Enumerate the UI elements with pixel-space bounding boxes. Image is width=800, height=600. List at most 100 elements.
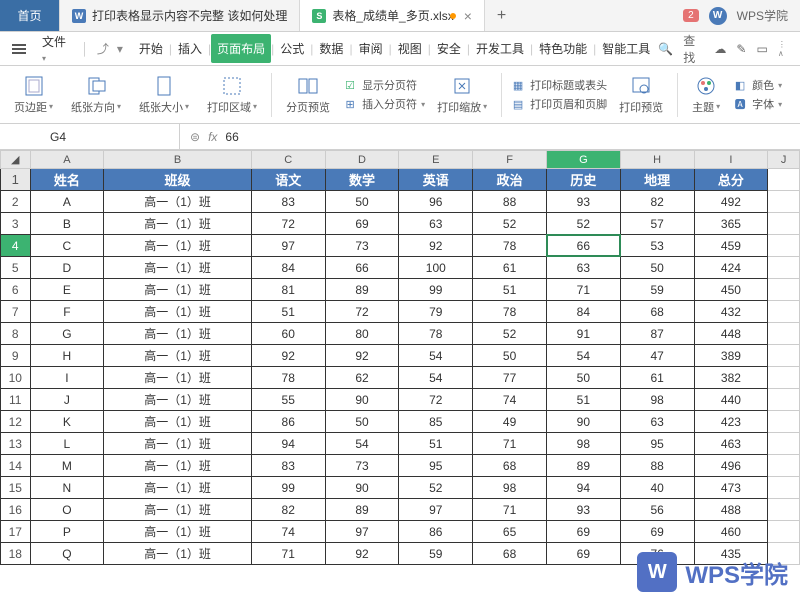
- tab-doc2[interactable]: S 表格_成绩单_多页.xlsx ×: [300, 0, 485, 31]
- formula-input[interactable]: 66: [225, 130, 238, 144]
- menu-tab-0[interactable]: 开始: [133, 34, 169, 63]
- cell[interactable]: 92: [325, 543, 399, 565]
- cell[interactable]: 52: [399, 477, 473, 499]
- file-menu[interactable]: 文件 ▾: [34, 29, 77, 68]
- col-header-I[interactable]: I: [694, 151, 768, 169]
- cell[interactable]: 98: [620, 389, 694, 411]
- cell[interactable]: 61: [473, 257, 547, 279]
- qat-more-icon[interactable]: ▾: [117, 42, 123, 56]
- cell[interactable]: 89: [325, 499, 399, 521]
- cell[interactable]: 63: [546, 257, 620, 279]
- cell[interactable]: 69: [620, 521, 694, 543]
- cell[interactable]: 69: [546, 543, 620, 565]
- cell[interactable]: 68: [473, 455, 547, 477]
- cell[interactable]: 高一（1）班: [104, 433, 252, 455]
- fx-icon[interactable]: fx: [208, 130, 217, 144]
- menu-tab-1[interactable]: 插入: [172, 34, 208, 63]
- cell[interactable]: 98: [546, 433, 620, 455]
- cell[interactable]: 85: [399, 411, 473, 433]
- cell[interactable]: 51: [473, 279, 547, 301]
- cell[interactable]: 51: [546, 389, 620, 411]
- cell[interactable]: 54: [325, 433, 399, 455]
- col-header-G[interactable]: G: [546, 151, 620, 169]
- search-label[interactable]: 查找: [683, 32, 704, 66]
- cell[interactable]: 54: [546, 345, 620, 367]
- row-header-13[interactable]: 13: [1, 433, 31, 455]
- cell[interactable]: 83: [251, 191, 325, 213]
- cell[interactable]: 50: [325, 411, 399, 433]
- menu-tab-3[interactable]: 公式: [274, 34, 310, 63]
- cell[interactable]: O: [30, 499, 104, 521]
- cell[interactable]: 95: [620, 433, 694, 455]
- cell[interactable]: D: [30, 257, 104, 279]
- cell[interactable]: H: [30, 345, 104, 367]
- row-header-2[interactable]: 2: [1, 191, 31, 213]
- new-tab-button[interactable]: +: [485, 0, 518, 31]
- cell[interactable]: 463: [694, 433, 768, 455]
- theme-color-button[interactable]: ◧颜色▾: [732, 77, 782, 93]
- cell[interactable]: 84: [546, 301, 620, 323]
- menu-tab-2[interactable]: 页面布局: [211, 34, 271, 63]
- cell[interactable]: 100: [399, 257, 473, 279]
- cell[interactable]: 72: [325, 301, 399, 323]
- cell[interactable]: 49: [473, 411, 547, 433]
- col-header-H[interactable]: H: [620, 151, 694, 169]
- cell[interactable]: N: [30, 477, 104, 499]
- insert-pagebreak-button[interactable]: ⊞插入分页符▾: [342, 96, 425, 112]
- orientation-button[interactable]: 纸张方向▾: [65, 73, 127, 117]
- cell[interactable]: K: [30, 411, 104, 433]
- cell[interactable]: 55: [251, 389, 325, 411]
- cell[interactable]: 78: [399, 323, 473, 345]
- header-cell[interactable]: 总分: [694, 169, 768, 191]
- cell[interactable]: 54: [399, 367, 473, 389]
- cell[interactable]: I: [30, 367, 104, 389]
- header-cell[interactable]: 数学: [325, 169, 399, 191]
- search-icon[interactable]: 🔍: [658, 42, 673, 56]
- col-header-J[interactable]: J: [768, 151, 800, 169]
- cell[interactable]: 50: [620, 257, 694, 279]
- header-cell[interactable]: 班级: [104, 169, 252, 191]
- margin-button[interactable]: 页边距▾: [8, 73, 59, 117]
- cell[interactable]: 66: [546, 235, 620, 257]
- row-header-6[interactable]: 6: [1, 279, 31, 301]
- cell[interactable]: 95: [399, 455, 473, 477]
- row-header-14[interactable]: 14: [1, 455, 31, 477]
- col-header-C[interactable]: C: [251, 151, 325, 169]
- cell[interactable]: 高一（1）班: [104, 279, 252, 301]
- chevron-down-icon[interactable]: ⋮ ∧: [778, 40, 792, 58]
- cell[interactable]: J: [30, 389, 104, 411]
- cell[interactable]: 73: [325, 235, 399, 257]
- cell[interactable]: G: [30, 323, 104, 345]
- col-header-F[interactable]: F: [473, 151, 547, 169]
- cell[interactable]: 高一（1）班: [104, 455, 252, 477]
- cell[interactable]: 高一（1）班: [104, 213, 252, 235]
- cell[interactable]: 92: [325, 345, 399, 367]
- row-header-3[interactable]: 3: [1, 213, 31, 235]
- cell[interactable]: 424: [694, 257, 768, 279]
- cell[interactable]: 78: [473, 235, 547, 257]
- cell[interactable]: 59: [399, 543, 473, 565]
- cell[interactable]: 89: [546, 455, 620, 477]
- cell[interactable]: 496: [694, 455, 768, 477]
- cell[interactable]: 68: [620, 301, 694, 323]
- show-pagebreak-checkbox[interactable]: ☑显示分页符: [342, 77, 425, 93]
- cell[interactable]: 高一（1）班: [104, 257, 252, 279]
- print-titles-button[interactable]: ▦打印标题或表头: [510, 77, 607, 93]
- cell[interactable]: 423: [694, 411, 768, 433]
- cell[interactable]: 73: [325, 455, 399, 477]
- cell[interactable]: 77: [473, 367, 547, 389]
- cell[interactable]: 99: [251, 477, 325, 499]
- cell[interactable]: F: [30, 301, 104, 323]
- cell[interactable]: 94: [251, 433, 325, 455]
- cell[interactable]: 高一（1）班: [104, 521, 252, 543]
- cell[interactable]: 高一（1）班: [104, 543, 252, 565]
- print-headerfooter-button[interactable]: ▤打印页眉和页脚: [510, 96, 607, 112]
- cell[interactable]: 473: [694, 477, 768, 499]
- print-preview-button[interactable]: 打印预览: [613, 73, 669, 117]
- row-header-9[interactable]: 9: [1, 345, 31, 367]
- header-cell[interactable]: 历史: [546, 169, 620, 191]
- menu-tab-9[interactable]: 特色功能: [533, 34, 593, 63]
- tab-home[interactable]: 首页: [0, 0, 60, 31]
- cell[interactable]: L: [30, 433, 104, 455]
- cell[interactable]: 365: [694, 213, 768, 235]
